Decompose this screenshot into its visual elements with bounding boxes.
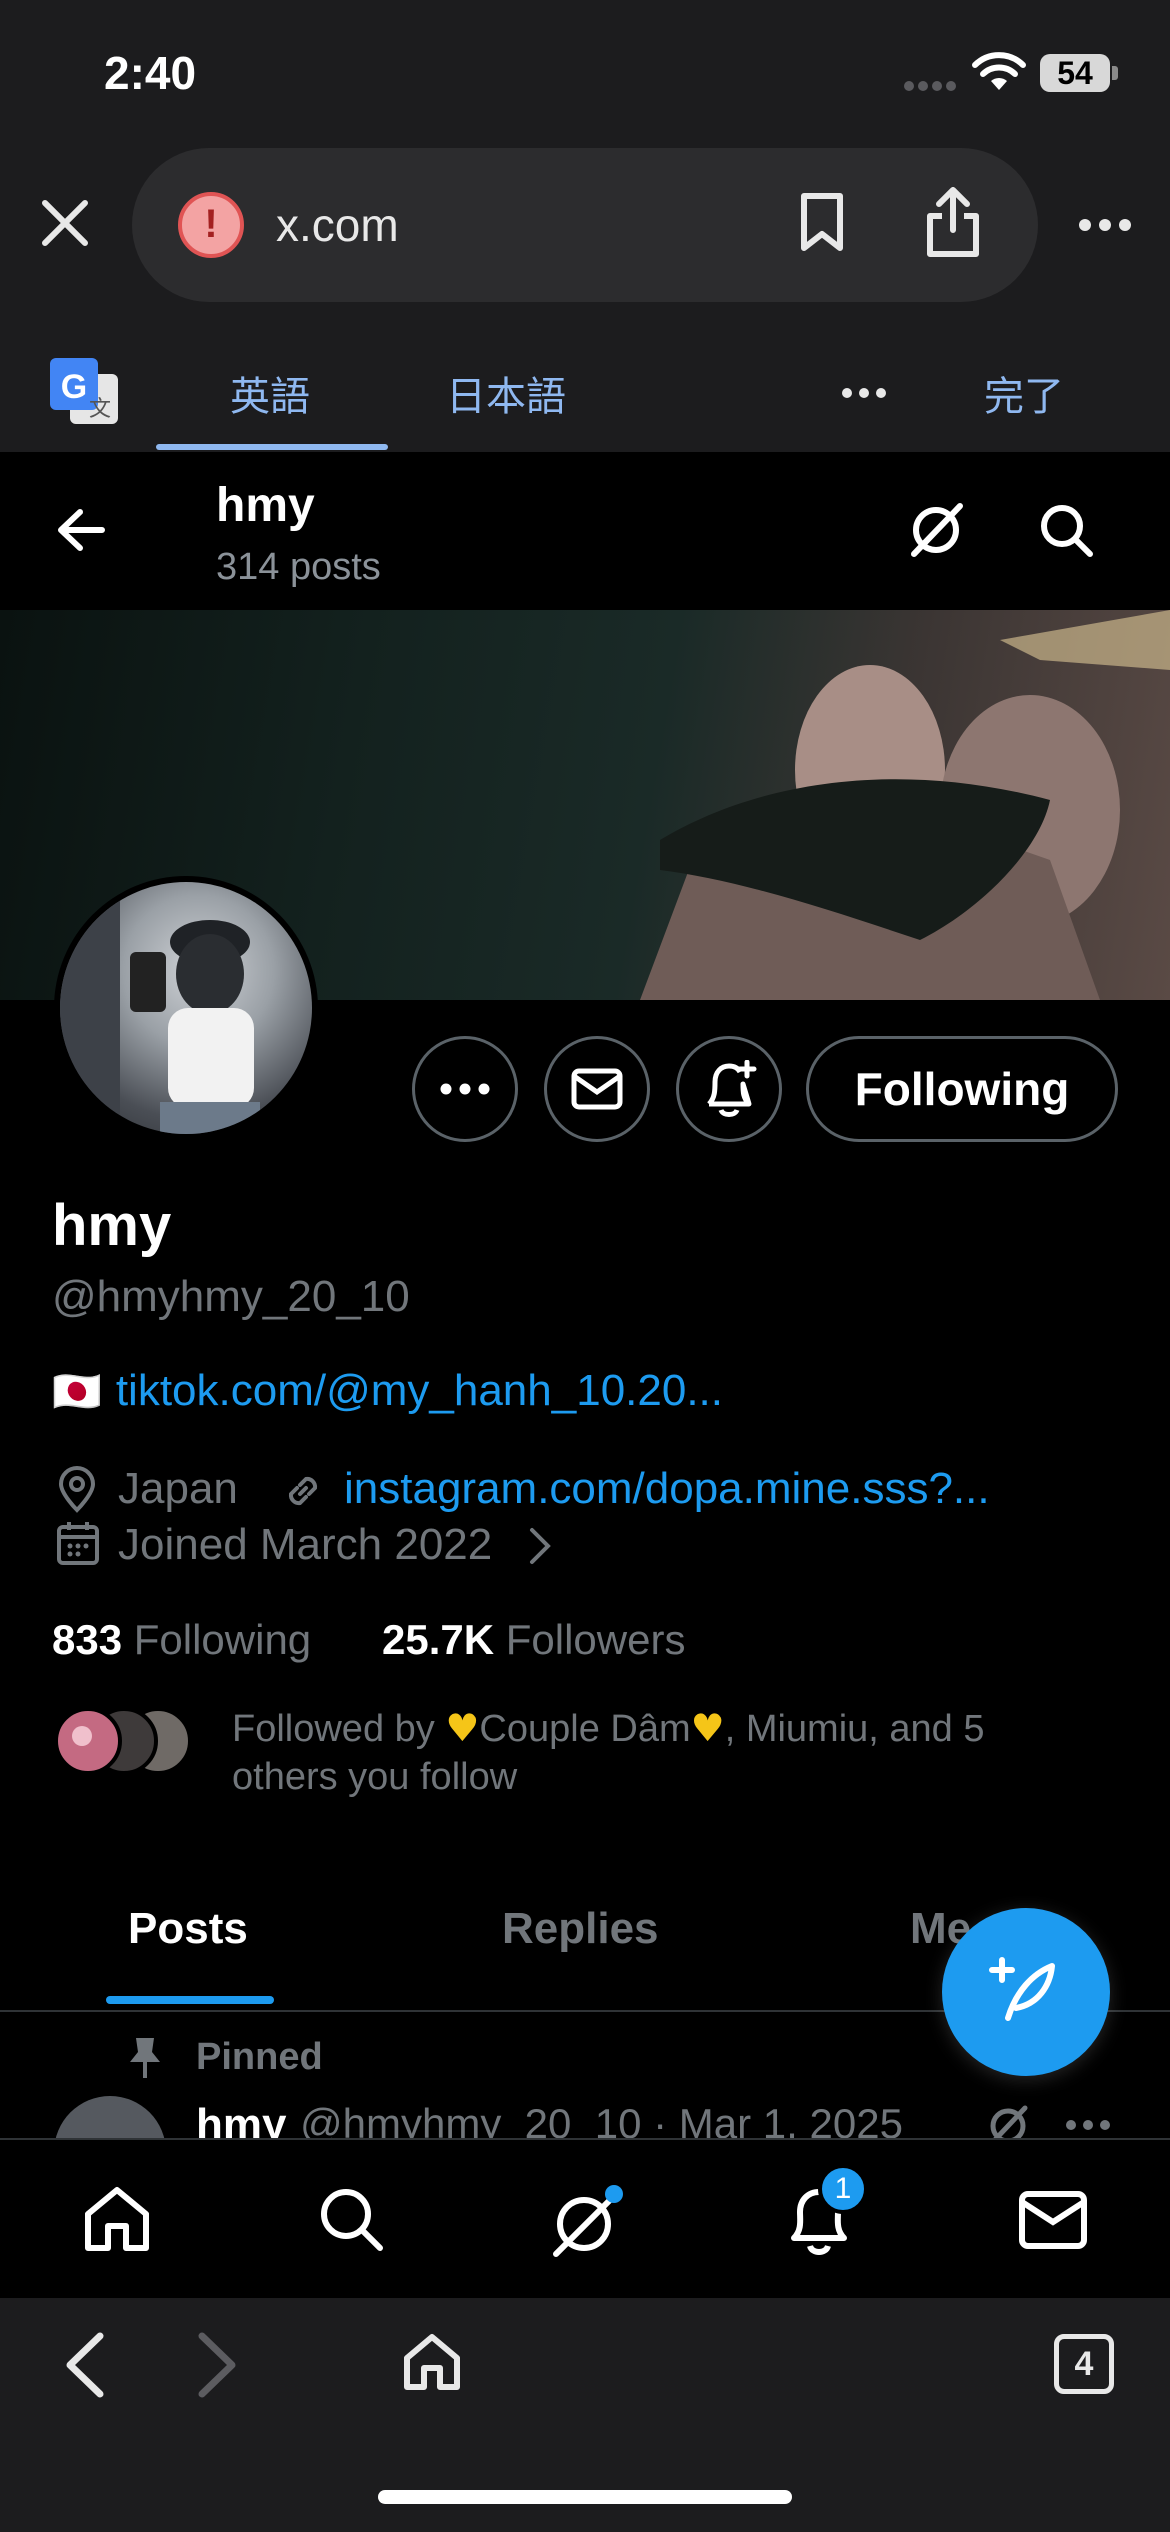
notification-badge: 1 — [818, 2164, 868, 2214]
more-options-button[interactable] — [412, 1036, 518, 1142]
followed-by-avatars[interactable] — [52, 1706, 196, 1776]
profile-handle: @hmyhmy_20_10 — [52, 1272, 410, 1321]
pin-icon — [128, 2036, 162, 2080]
google-translate-icon[interactable]: G文 — [48, 356, 120, 426]
tab-replies[interactable]: Replies — [502, 1904, 659, 1954]
bookmark-icon[interactable] — [798, 192, 846, 252]
following-label: Following — [133, 1616, 312, 1663]
url-text[interactable]: x.com — [276, 198, 399, 252]
translate-done[interactable]: 完了 — [984, 364, 1064, 422]
location-icon — [56, 1466, 98, 1514]
followed-by-rest: , Miumiu, and 5 — [724, 1708, 985, 1750]
tab-switcher-button[interactable]: 4 — [1054, 2334, 1114, 2394]
translate-active-underline — [156, 444, 388, 450]
following-count-link[interactable]: 833 Following — [52, 1616, 311, 1664]
followed-by-line2: others you follow — [232, 1756, 518, 1798]
svg-text:G: G — [61, 368, 87, 406]
close-icon[interactable] — [40, 198, 90, 248]
heart-icon: ♥ — [445, 1706, 480, 1750]
chevron-right-icon[interactable] — [528, 1526, 552, 1566]
share-icon[interactable] — [924, 184, 982, 260]
profile-display-name: hmy — [52, 1193, 172, 1258]
compose-post-button[interactable] — [942, 1908, 1110, 2076]
back-arrow-icon[interactable] — [56, 508, 106, 552]
browser-forward-icon[interactable] — [196, 2330, 240, 2400]
svg-text:文: 文 — [89, 397, 111, 422]
address-bar[interactable] — [132, 148, 1038, 302]
pinned-more-icon[interactable] — [1066, 2120, 1110, 2130]
grok-icon[interactable] — [906, 500, 966, 560]
followers-label: Followers — [505, 1616, 686, 1663]
grok-nav-icon[interactable] — [548, 2184, 624, 2260]
wifi-icon — [972, 52, 1026, 92]
followed-by-text[interactable]: Followed by ♥Couple Dâm♥, Miumiu, and 5 … — [232, 1704, 1112, 1801]
calendar-icon — [56, 1520, 100, 1566]
browser-home-icon[interactable] — [402, 2332, 462, 2392]
profile-joined[interactable]: Joined March 2022 — [118, 1520, 492, 1570]
message-button[interactable] — [544, 1036, 650, 1142]
cellular-signal-icon — [904, 80, 960, 92]
profile-header — [0, 452, 1170, 610]
home-indicator — [378, 2490, 792, 2504]
messages-icon[interactable] — [1018, 2190, 1088, 2250]
following-count: 833 — [52, 1616, 123, 1663]
bio-link[interactable]: tiktok.com/@my_hanh_10.20... — [116, 1366, 723, 1416]
browser-back-icon[interactable] — [62, 2330, 106, 2400]
translate-source-lang[interactable]: 英語 — [230, 364, 310, 422]
profile-website[interactable]: instagram.com/dopa.mine.sss?... — [344, 1464, 990, 1514]
tab-posts[interactable]: Posts — [128, 1904, 248, 1954]
flag-icon: 🇯🇵 — [52, 1368, 102, 1415]
followed-by-line1: Followed by ♥Couple Dâm♥, Miumiu, and 5 — [232, 1704, 1112, 1753]
header-name: hmy — [216, 479, 315, 532]
link-icon — [278, 1466, 328, 1516]
translate-more-icon[interactable] — [842, 388, 886, 398]
followed-by-name: Couple Dâm — [479, 1708, 691, 1750]
battery-tip — [1112, 66, 1118, 80]
active-tab-indicator — [106, 1996, 274, 2004]
translate-target-lang[interactable]: 日本語 — [446, 364, 566, 422]
security-warning-icon[interactable]: ! — [178, 192, 244, 258]
profile-location: Japan — [118, 1464, 238, 1513]
followed-by-prefix: Followed by — [232, 1708, 446, 1750]
bio-line: 🇯🇵 tiktok.com/@my_hanh_10.20... — [52, 1366, 723, 1416]
followers-count: 25.7K — [382, 1616, 495, 1663]
battery-indicator: 54 — [1040, 54, 1110, 92]
heart-icon: ♥ — [690, 1706, 725, 1750]
following-button[interactable]: Following — [806, 1036, 1118, 1142]
notification-bell-button[interactable] — [676, 1036, 782, 1142]
pinned-label: Pinned — [196, 2036, 323, 2078]
home-icon[interactable] — [82, 2184, 152, 2254]
search-icon[interactable] — [1038, 502, 1094, 558]
header-posts-count: 314 posts — [216, 546, 381, 588]
explore-search-icon[interactable] — [316, 2184, 386, 2254]
status-time: 2:40 — [104, 47, 197, 99]
profile-avatar[interactable] — [54, 876, 318, 1140]
followers-count-link[interactable]: 25.7K Followers — [382, 1616, 685, 1664]
more-icon[interactable] — [1078, 218, 1132, 232]
